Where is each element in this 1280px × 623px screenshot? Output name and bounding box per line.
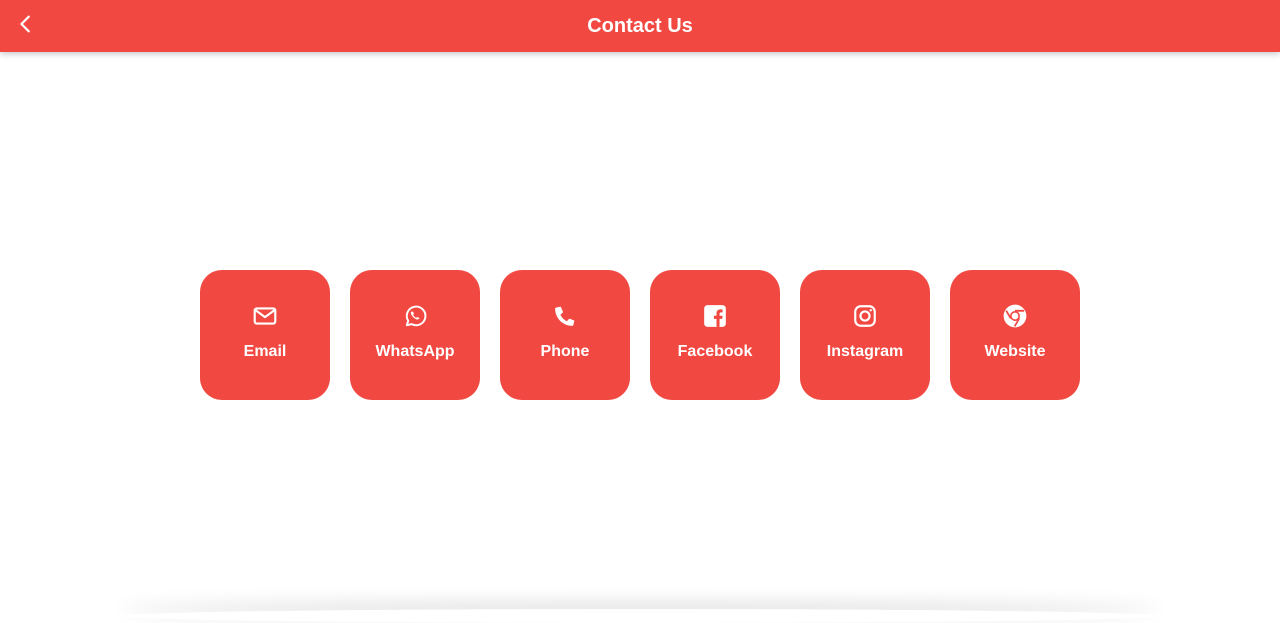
whatsapp-icon [402,303,428,329]
website-label: Website [984,343,1046,360]
bottom-sheet-shadow [120,609,1160,623]
instagram-button[interactable]: Instagram [800,270,930,400]
phone-label: Phone [540,343,590,360]
instagram-icon [852,303,878,329]
whatsapp-button[interactable]: WhatsApp [350,270,480,400]
instagram-label: Instagram [826,343,904,360]
email-label: Email [243,343,287,360]
facebook-label: Facebook [677,343,753,360]
phone-button[interactable]: Phone [500,270,630,400]
email-button[interactable]: Email [200,270,330,400]
phone-icon [552,303,578,329]
contact-tiles: Email WhatsApp Phone Facebook Instagram … [200,270,1080,400]
facebook-icon [702,303,728,329]
page-title: Contact Us [587,15,693,37]
app-bar: Contact Us [0,0,1280,52]
facebook-button[interactable]: Facebook [650,270,780,400]
chrome-icon [1002,303,1028,329]
contact-options-area: Email WhatsApp Phone Facebook Instagram … [0,52,1280,609]
whatsapp-label: WhatsApp [375,343,455,360]
website-button[interactable]: Website [950,270,1080,400]
mail-icon [252,303,278,329]
